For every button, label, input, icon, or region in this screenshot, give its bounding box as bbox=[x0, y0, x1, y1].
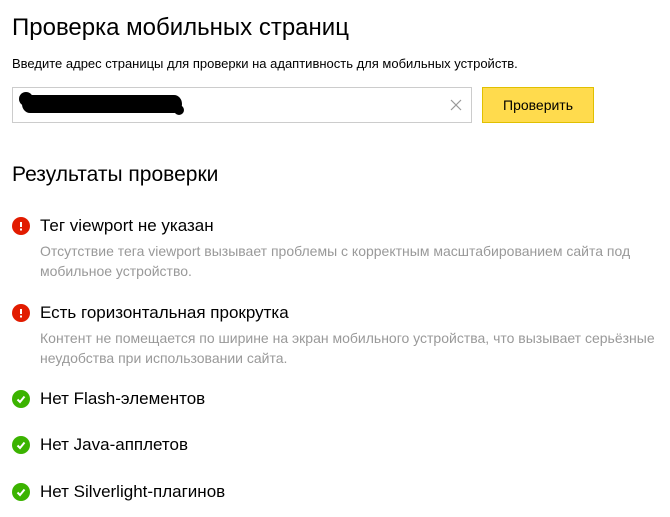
result-item: Нет Java-апплетов bbox=[12, 434, 658, 460]
error-icon bbox=[12, 304, 30, 322]
check-icon bbox=[12, 483, 30, 501]
results-heading: Результаты проверки bbox=[12, 163, 658, 187]
result-item: Есть горизонтальная прокрутка Контент не… bbox=[12, 302, 658, 369]
result-title: Тег viewport не указан bbox=[40, 215, 658, 237]
error-icon bbox=[12, 217, 30, 235]
result-item: Нет Flash-элементов bbox=[12, 388, 658, 414]
clear-input-button[interactable] bbox=[446, 95, 466, 115]
result-title: Нет Java-апплетов bbox=[40, 434, 658, 456]
check-form: Проверить bbox=[12, 87, 658, 123]
result-item: Нет Silverlight-плагинов bbox=[12, 481, 658, 507]
result-item: Тег viewport не указан Отсутствие тега v… bbox=[12, 215, 658, 282]
check-icon bbox=[12, 390, 30, 408]
close-icon bbox=[449, 98, 463, 112]
url-input[interactable] bbox=[12, 87, 472, 123]
check-icon bbox=[12, 436, 30, 454]
result-desc: Контент не помещается по ширине на экран… bbox=[40, 328, 658, 369]
result-desc: Отсутствие тега viewport вызывает пробле… bbox=[40, 241, 658, 282]
page-title: Проверка мобильных страниц bbox=[12, 14, 658, 42]
result-title: Нет Flash-элементов bbox=[40, 388, 658, 410]
check-button[interactable]: Проверить bbox=[482, 87, 594, 123]
result-title: Нет Silverlight-плагинов bbox=[40, 481, 658, 503]
page-subtitle: Введите адрес страницы для проверки на а… bbox=[12, 56, 658, 71]
url-input-wrap bbox=[12, 87, 472, 123]
result-title: Есть горизонтальная прокрутка bbox=[40, 302, 658, 324]
